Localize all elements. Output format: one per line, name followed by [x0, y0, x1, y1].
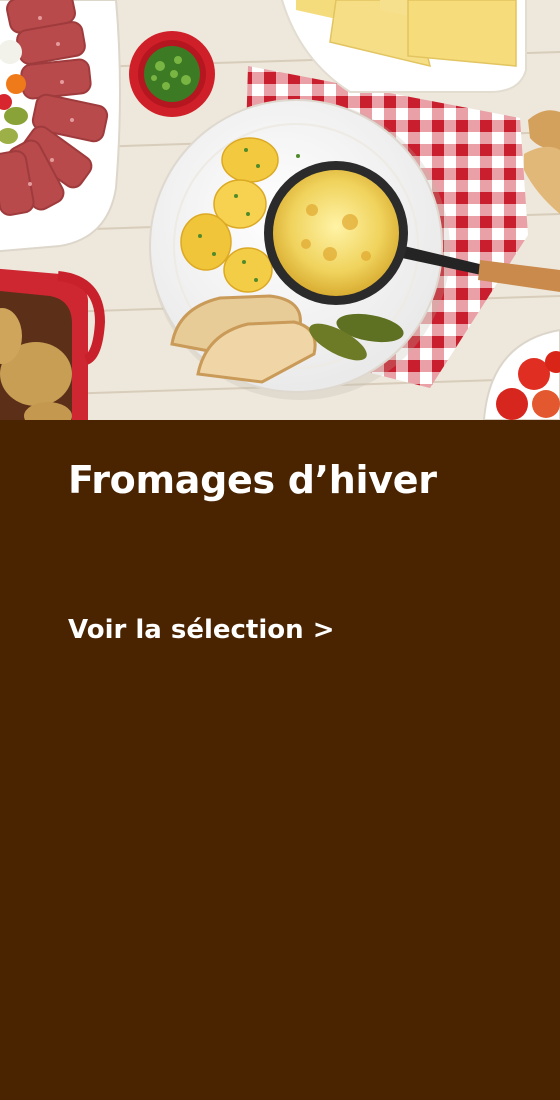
raclette-cheese-dish-icon — [0, 0, 560, 420]
banner-title: Fromages d’hiver — [68, 458, 437, 502]
hero-image — [0, 0, 560, 420]
promo-banner[interactable]: Fromages d’hiver Voir la sélection > — [0, 0, 560, 1100]
view-selection-link[interactable]: Voir la sélection > — [68, 610, 334, 650]
